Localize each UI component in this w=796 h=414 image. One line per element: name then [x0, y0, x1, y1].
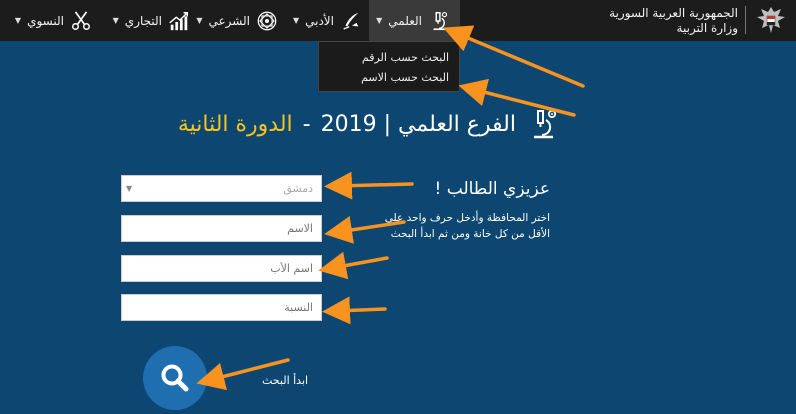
title-session: الدورة الثانية: [177, 111, 293, 137]
nav-item-feminine[interactable]: النسوي ▼: [12, 0, 92, 41]
chevron-down-icon: ▼: [126, 184, 133, 193]
microscope-icon: [433, 11, 448, 30]
nav-label-literary: الأدبي: [305, 13, 334, 28]
brand-ministry-name: وزارة التربية: [676, 21, 738, 35]
governorate-selected-value: دمشق: [283, 182, 313, 195]
title-branch-year: الفرع العلمي | 2019: [320, 111, 516, 137]
arrow-to-father-field: [318, 251, 389, 280]
ministry-brand[interactable]: الجمهورية العربية السورية وزارة التربية: [586, 0, 796, 41]
nav-item-scientific[interactable]: العلمي ▼: [369, 0, 460, 41]
instructions-text: اختر المحافظة وأدخل حرف واحد على الأقل م…: [384, 212, 550, 240]
syrian-eagle-emblem-icon: [757, 7, 785, 33]
brand-divider: [745, 6, 746, 34]
scissors-icon: [72, 10, 90, 30]
brand-country-name: الجمهورية العربية السورية: [609, 6, 738, 20]
nav-label-religious: الشرعي: [208, 13, 250, 28]
quill-pen-icon: [343, 12, 359, 30]
menu-item-search-by-number[interactable]: البحث حسب الرقم: [362, 51, 449, 64]
name-field-wrapper: [121, 215, 322, 242]
nav-label-commercial: التجاري: [124, 13, 162, 28]
scientific-dropdown-menu: البحث حسب الرقم البحث حسب الاسم: [318, 41, 460, 92]
surname-field-wrapper: [121, 294, 322, 321]
nav-label-feminine: النسوي: [27, 13, 64, 28]
nav-item-commercial[interactable]: التجاري ▼: [102, 0, 190, 41]
chevron-down-icon: ▼: [292, 16, 300, 25]
chevron-down-icon: ▼: [196, 16, 203, 25]
page-title: الفرع العلمي | 2019 - الدورة الثانية: [140, 104, 560, 144]
nav-label-scientific: العلمي: [388, 13, 422, 28]
arrow-to-governorate: [324, 171, 414, 200]
title-separator: -: [302, 111, 311, 137]
surname-input[interactable]: [122, 295, 321, 320]
father-name-field-wrapper: [121, 255, 322, 282]
search-label: ابدأ البحث: [262, 374, 309, 387]
chevron-down-icon: ▼: [14, 16, 22, 25]
arrow-to-surname-field: [322, 296, 387, 325]
search-icon: [161, 364, 189, 392]
search-button[interactable]: [143, 346, 207, 410]
microscope-gear-icon: [534, 109, 557, 139]
name-input[interactable]: [122, 216, 321, 241]
father-name-input[interactable]: [122, 256, 321, 281]
chevron-down-icon: ▼: [376, 16, 383, 25]
top-navbar: الجمهورية العربية السورية وزارة التربية …: [0, 0, 796, 41]
nav-item-literary[interactable]: الأدبي ▼: [292, 0, 362, 41]
islamic-pattern-icon: [257, 11, 277, 30]
menu-item-search-by-name[interactable]: البحث حسب الاسم: [361, 71, 449, 84]
governorate-select[interactable]: دمشق ▼: [121, 175, 322, 202]
chevron-down-icon: ▼: [112, 16, 119, 25]
greeting-text: عزيزي الطالب !: [434, 179, 550, 199]
growth-chart-icon: [169, 11, 188, 30]
nav-item-religious[interactable]: الشرعي ▼: [196, 0, 278, 41]
